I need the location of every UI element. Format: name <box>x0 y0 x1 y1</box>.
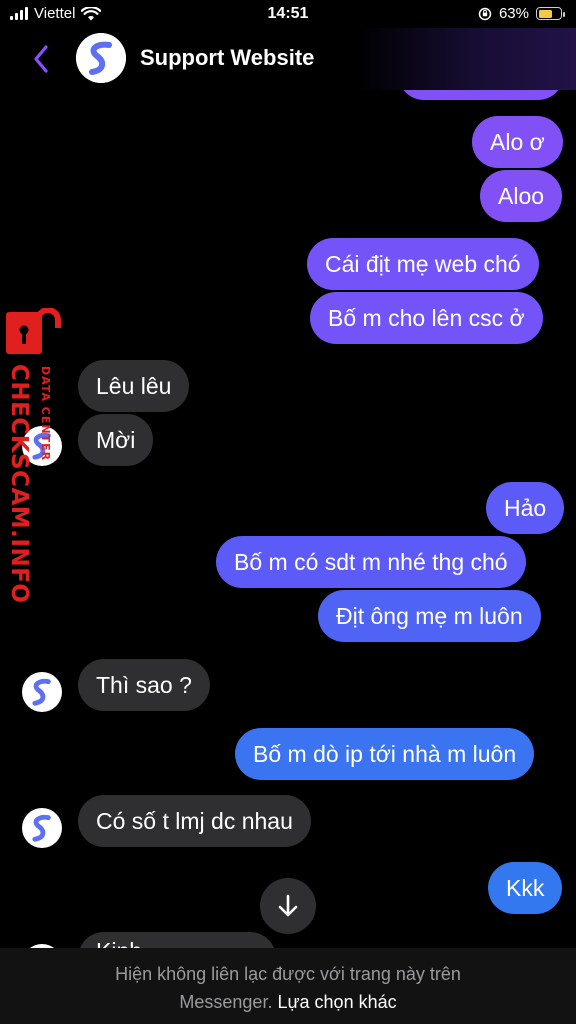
notice-line-1: Hiện không liên lạc được với trang này t… <box>115 964 461 984</box>
messenger-s-logo-icon <box>32 814 51 842</box>
chat-title[interactable]: Support Website <box>140 45 314 71</box>
unavailable-notice: Hiện không liên lạc được với trang này t… <box>0 948 576 1024</box>
message-out[interactable]: Cái địt mẹ web chó <box>307 238 539 290</box>
back-button[interactable] <box>24 42 58 76</box>
watermark-main-text: CHECKSCAM.INFO <box>6 364 32 604</box>
message-in[interactable]: Có số t lmj dc nhau <box>78 795 311 847</box>
battery-percent: 63% <box>498 5 529 22</box>
message-out[interactable]: Alo ơ <box>472 116 563 168</box>
other-options-link[interactable]: Lựa chọn khác <box>277 992 396 1012</box>
messenger-s-logo-icon <box>32 432 51 460</box>
message-out[interactable]: Aloo <box>480 170 563 222</box>
orientation-lock-icon <box>478 7 492 20</box>
message-in[interactable]: Lêu lêu <box>78 360 190 412</box>
arrow-down-icon <box>278 894 298 917</box>
status-bar: Viettel 14:51 63% <box>0 0 576 30</box>
message-out[interactable]: Bố m dò ip tới nhà m luôn <box>235 728 535 780</box>
message-out[interactable]: Hảo <box>486 482 565 534</box>
message-out[interactable]: Bố m cho lên csc ở <box>310 292 543 344</box>
messenger-s-logo-icon <box>76 33 126 83</box>
battery-fill <box>538 9 552 18</box>
sender-avatar[interactable] <box>22 672 62 712</box>
message-out[interactable]: Kkk <box>488 862 563 914</box>
scroll-to-bottom-button[interactable] <box>260 878 316 934</box>
message-in[interactable]: Thì sao ? <box>78 659 210 711</box>
battery-group: 63% <box>478 5 565 22</box>
notice-line-2: Messenger. <box>179 992 273 1012</box>
chevron-left-icon <box>34 45 48 73</box>
page-avatar[interactable] <box>76 33 126 83</box>
message-out[interactable]: Địt ông mẹ m luôn <box>318 590 541 642</box>
notice-line-2-group: Messenger. Lựa chọn khác <box>0 988 576 1016</box>
chat-header: Support Website <box>0 28 576 90</box>
lock-icon <box>6 308 61 354</box>
battery-icon <box>536 7 565 20</box>
message-out[interactable]: Bố m có sdt m nhé thg chó <box>216 536 526 588</box>
messenger-s-logo-icon <box>32 678 51 706</box>
message-in[interactable]: Mời <box>78 414 154 466</box>
sender-avatar[interactable] <box>22 808 62 848</box>
sender-avatar[interactable] <box>22 426 62 466</box>
